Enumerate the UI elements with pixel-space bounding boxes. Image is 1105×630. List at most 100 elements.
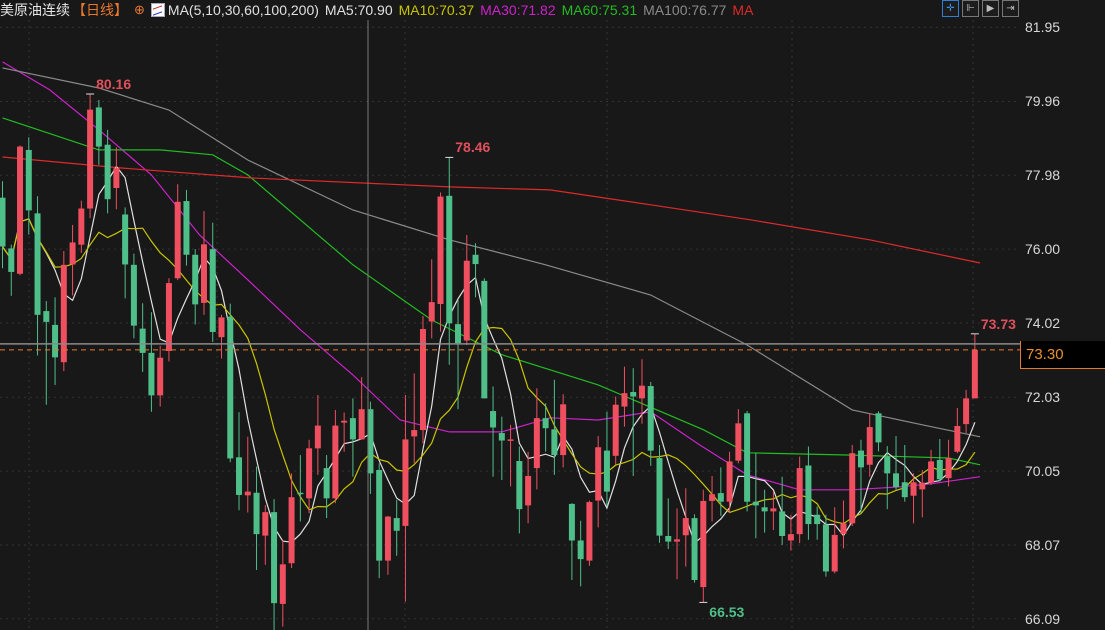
candle-body bbox=[271, 512, 278, 604]
candle bbox=[875, 411, 882, 452]
circle-plus-icon[interactable]: ⊕ bbox=[134, 2, 145, 18]
grid bbox=[0, 20, 1020, 630]
candle-body bbox=[831, 534, 838, 572]
candle bbox=[139, 303, 146, 372]
candle bbox=[928, 449, 935, 485]
candle-body bbox=[87, 109, 94, 209]
zoom-in-icon[interactable]: ⊩ bbox=[962, 0, 979, 17]
candle-body bbox=[936, 459, 943, 480]
candle-body bbox=[349, 418, 356, 440]
candle-body bbox=[227, 316, 234, 459]
candle bbox=[577, 520, 584, 587]
candle-body bbox=[840, 523, 847, 534]
candle bbox=[621, 366, 628, 427]
candle-body bbox=[446, 195, 453, 324]
candle bbox=[402, 395, 409, 602]
candle-body bbox=[779, 511, 786, 537]
period-selector[interactable]: 【日线】 bbox=[72, 0, 128, 20]
annotation-high-78-46: 78.46 bbox=[455, 139, 491, 156]
candle-body bbox=[130, 264, 137, 326]
candle-body bbox=[218, 317, 225, 338]
candle-body bbox=[507, 439, 514, 441]
candle-body bbox=[43, 311, 50, 322]
candle-body bbox=[244, 491, 251, 496]
candle-body bbox=[463, 260, 470, 341]
y-tick-label: 66.09 bbox=[1025, 610, 1061, 627]
candle bbox=[603, 411, 610, 507]
candle-body bbox=[700, 500, 707, 588]
candle bbox=[831, 507, 838, 574]
candle bbox=[691, 514, 698, 583]
candle bbox=[384, 515, 391, 575]
candle-body bbox=[34, 213, 41, 315]
ma-params-label[interactable]: MA(5,10,30,60,100,200) bbox=[168, 2, 319, 18]
candle-body bbox=[630, 392, 637, 397]
candle-body bbox=[139, 328, 146, 353]
candle-body bbox=[709, 494, 716, 501]
candle bbox=[174, 184, 181, 281]
ma-indicator-icon[interactable] bbox=[150, 3, 165, 17]
candle-body bbox=[586, 502, 593, 561]
candle-body bbox=[358, 409, 365, 440]
candle bbox=[849, 444, 856, 526]
crosshair-icon[interactable]: ✛ bbox=[942, 0, 959, 17]
candlestick-chart[interactable] bbox=[0, 0, 1020, 630]
candle bbox=[104, 129, 111, 214]
candle bbox=[726, 451, 733, 514]
candle bbox=[183, 189, 190, 266]
candle-body bbox=[533, 418, 540, 469]
candle bbox=[52, 297, 59, 385]
candle bbox=[709, 475, 716, 522]
candle-body bbox=[95, 107, 102, 147]
candle-body bbox=[472, 254, 479, 265]
y-tick-label: 70.05 bbox=[1025, 463, 1061, 480]
candle-body bbox=[866, 427, 873, 465]
candle bbox=[148, 312, 155, 412]
candle-body bbox=[603, 450, 610, 492]
candle bbox=[682, 488, 689, 567]
candle bbox=[516, 446, 523, 534]
candle-body bbox=[69, 242, 76, 265]
y-tick-label: 77.98 bbox=[1025, 167, 1061, 184]
candle-body bbox=[744, 413, 751, 502]
candle-body bbox=[735, 423, 742, 461]
candle-body bbox=[638, 385, 645, 399]
candle bbox=[533, 388, 540, 490]
candle bbox=[253, 466, 260, 570]
candle-body bbox=[113, 168, 120, 188]
candle bbox=[612, 396, 619, 465]
candle-body bbox=[551, 429, 558, 456]
candle-body bbox=[691, 518, 698, 581]
candle-body bbox=[814, 514, 821, 525]
candle bbox=[647, 381, 654, 466]
annotation-high-80-16: 80.16 bbox=[96, 75, 132, 92]
play-icon[interactable]: ▶ bbox=[982, 0, 999, 17]
candle bbox=[8, 244, 15, 296]
exit-icon[interactable]: ⇥ bbox=[1002, 0, 1019, 17]
y-tick-label: 74.02 bbox=[1025, 315, 1061, 332]
candle bbox=[113, 147, 120, 210]
candle bbox=[279, 540, 286, 627]
y-tick-label: 68.07 bbox=[1025, 536, 1061, 553]
chart-toolbar: ✛ ⊩ ▶ ⇥ bbox=[942, 0, 1019, 17]
ma30-value: MA30:71.82 bbox=[480, 2, 556, 18]
candle-body bbox=[490, 411, 497, 428]
candle-body bbox=[314, 425, 321, 449]
y-tick-label: 81.95 bbox=[1025, 19, 1061, 36]
candle bbox=[919, 469, 926, 518]
price-axis[interactable]: 73.30 81.95 79.96 77.98 76.00 74.02 72.03 70.0… bbox=[1020, 0, 1105, 630]
candle bbox=[840, 500, 847, 549]
candle-body bbox=[52, 324, 59, 358]
candle bbox=[507, 424, 514, 487]
candle bbox=[463, 234, 470, 346]
ma10-line bbox=[2, 218, 976, 525]
candle-body bbox=[919, 482, 926, 490]
candle-body bbox=[384, 516, 391, 561]
candle bbox=[674, 508, 681, 580]
candle-body bbox=[341, 420, 348, 423]
candle-body bbox=[165, 283, 172, 351]
y-tick-label: 79.96 bbox=[1025, 93, 1061, 110]
candle bbox=[700, 489, 707, 603]
candle-body bbox=[971, 349, 978, 399]
candle-body bbox=[498, 433, 505, 441]
